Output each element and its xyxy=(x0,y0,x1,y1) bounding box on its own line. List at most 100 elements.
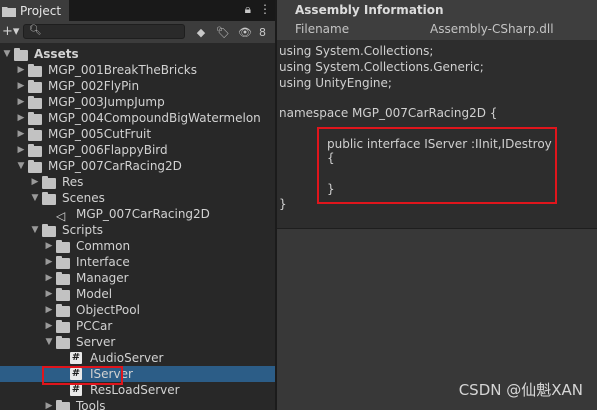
inspector-panel: Assembly Information Filename Assembly-C… xyxy=(277,0,597,410)
folder-icon xyxy=(28,160,42,173)
filename-value: Assembly-CSharp.dll xyxy=(430,22,554,36)
tree-row-label: MGP_007CarRacing2D xyxy=(76,207,210,221)
tree-row-label: Assets xyxy=(34,47,79,61)
expand-arrow-right-icon[interactable]: ▶ xyxy=(44,270,54,286)
inspector-header: Assembly Information Filename Assembly-C… xyxy=(277,0,597,40)
tree-row[interactable]: ▼ Server xyxy=(0,334,275,350)
tree-row[interactable]: ▶ MGP_002FlyPin xyxy=(0,78,275,94)
add-button[interactable]: +▾ xyxy=(2,24,19,39)
expand-arrow-right-icon[interactable]: ▶ xyxy=(16,94,26,110)
folder-icon xyxy=(28,96,42,109)
tree-row[interactable]: ▶ Tools xyxy=(0,398,275,410)
filter-by-label-icon[interactable]: 🏷︎ xyxy=(215,24,231,40)
tree-row[interactable]: ▼ MGP_007CarRacing2D xyxy=(0,158,275,174)
tree-row-label: Server xyxy=(76,335,116,349)
folder-icon xyxy=(56,240,70,253)
tree-row-label: MGP_001BreakTheBricks xyxy=(48,63,197,77)
project-panel: Project 🔒︎ ⋮ +▾ 🔍︎ ◆ 🏷︎ 👁︎ 8 ▼ Assets ▶ MGP… xyxy=(0,0,275,410)
more-menu-icon[interactable]: ⋮ xyxy=(259,2,271,17)
tree-row[interactable]: ▶ MGP_005CutFruit xyxy=(0,126,275,142)
csharp-script-icon: # xyxy=(70,352,82,364)
expand-arrow-right-icon[interactable]: ▶ xyxy=(44,238,54,254)
folder-icon xyxy=(28,64,42,77)
expand-arrow-right-icon[interactable]: ▶ xyxy=(16,62,26,78)
search-input[interactable]: 🔍︎ xyxy=(23,24,185,39)
expand-arrow-down-icon[interactable]: ▼ xyxy=(30,190,40,206)
csharp-script-icon: # xyxy=(70,384,82,396)
tree-row-label: Scenes xyxy=(62,191,105,205)
tree-row[interactable]: # AudioServer xyxy=(0,350,275,366)
tree-row-label: AudioServer xyxy=(90,351,164,365)
tree-row[interactable]: ▼ Scripts xyxy=(0,222,275,238)
tree-row[interactable]: ▶ PCCar xyxy=(0,318,275,334)
tree-row-label: Interface xyxy=(76,255,130,269)
folder-icon xyxy=(42,192,56,205)
expand-arrow-right-icon[interactable]: ▶ xyxy=(16,78,26,94)
expand-arrow-right-icon[interactable]: ▶ xyxy=(16,110,26,126)
folder-icon xyxy=(56,256,70,269)
tree-row-label: MGP_002FlyPin xyxy=(48,79,140,93)
expand-arrow-down-icon[interactable]: ▼ xyxy=(2,46,12,62)
folder-icon xyxy=(56,288,70,301)
tree-row[interactable]: ▶ MGP_001BreakTheBricks xyxy=(0,62,275,78)
tree-row[interactable]: ▶ MGP_003JumpJump xyxy=(0,94,275,110)
tree-row-label: PCCar xyxy=(76,319,113,333)
tree-row-label: MGP_007CarRacing2D xyxy=(48,159,182,173)
tree-row[interactable]: ◁ MGP_007CarRacing2D xyxy=(0,206,275,222)
tree-row-label: MGP_005CutFruit xyxy=(48,127,152,141)
folder-icon xyxy=(56,320,70,333)
tree-row[interactable]: ▶ Res xyxy=(0,174,275,190)
tree-row-label: Tools xyxy=(76,399,106,410)
tree-row-label: MGP_006FlappyBird xyxy=(48,143,168,157)
folder-icon xyxy=(56,336,70,349)
tree-row[interactable]: ▶ Model xyxy=(0,286,275,302)
hidden-packages-count: 8 xyxy=(259,25,266,39)
expand-arrow-right-icon[interactable]: ▶ xyxy=(16,142,26,158)
filter-by-type-icon[interactable]: ◆ xyxy=(193,24,209,40)
tree-row[interactable]: ▼ Scenes xyxy=(0,190,275,206)
expand-arrow-right-icon[interactable]: ▶ xyxy=(16,126,26,142)
folder-icon xyxy=(28,80,42,93)
annotation-highlight-box xyxy=(317,127,557,204)
folder-icon xyxy=(28,112,42,125)
expand-arrow-down-icon[interactable]: ▼ xyxy=(16,158,26,174)
tree-row[interactable]: ▶ Manager xyxy=(0,270,275,286)
code-line: using UnityEngine; xyxy=(279,76,392,90)
expand-arrow-right-icon[interactable]: ▶ xyxy=(44,302,54,318)
tree-row[interactable]: ▶ MGP_006FlappyBird xyxy=(0,142,275,158)
hidden-packages-icon[interactable]: 👁︎ xyxy=(237,24,253,40)
tree-row[interactable]: ▶ Common xyxy=(0,238,275,254)
tab-project-label: Project xyxy=(20,3,62,18)
tree-row[interactable]: ▶ Interface xyxy=(0,254,275,270)
tab-bar: Project 🔒︎ ⋮ xyxy=(0,0,275,21)
inspector-title: Assembly Information xyxy=(295,3,444,17)
search-icon: 🔍︎ xyxy=(29,25,42,36)
tree-row-label: ObjectPool xyxy=(76,303,140,317)
filename-label: Filename xyxy=(295,22,350,36)
code-line: using System.Collections; xyxy=(279,44,434,58)
tree-row[interactable]: ▶ MGP_004CompoundBigWatermelon xyxy=(0,110,275,126)
folder-icon xyxy=(28,128,42,141)
expand-arrow-right-icon[interactable]: ▶ xyxy=(44,318,54,334)
tree-row[interactable]: ▼ Assets xyxy=(0,46,275,62)
tree-row[interactable]: ▶ ObjectPool xyxy=(0,302,275,318)
expand-arrow-down-icon[interactable]: ▼ xyxy=(44,334,54,350)
expand-arrow-down-icon[interactable]: ▼ xyxy=(30,222,40,238)
expand-arrow-right-icon[interactable]: ▶ xyxy=(44,254,54,270)
lock-icon[interactable]: 🔒︎ xyxy=(245,2,251,17)
tree-row-label: Model xyxy=(76,287,113,301)
folder-icon xyxy=(42,224,56,237)
folder-icon xyxy=(56,400,70,410)
annotation-highlight-box xyxy=(42,366,123,385)
expand-arrow-right-icon[interactable]: ▶ xyxy=(30,174,40,190)
tab-project[interactable]: Project xyxy=(0,0,69,21)
expand-arrow-right-icon[interactable]: ▶ xyxy=(44,398,54,410)
tree-row-label: Common xyxy=(76,239,131,253)
code-line: namespace MGP_007CarRacing2D { xyxy=(279,106,498,120)
tree-row-label: Manager xyxy=(76,271,129,285)
watermark: CSDN @仙魁XAN xyxy=(458,381,583,399)
folder-icon xyxy=(14,48,28,61)
code-line: } xyxy=(279,197,287,211)
expand-arrow-right-icon[interactable]: ▶ xyxy=(44,286,54,302)
folder-icon xyxy=(2,6,16,17)
